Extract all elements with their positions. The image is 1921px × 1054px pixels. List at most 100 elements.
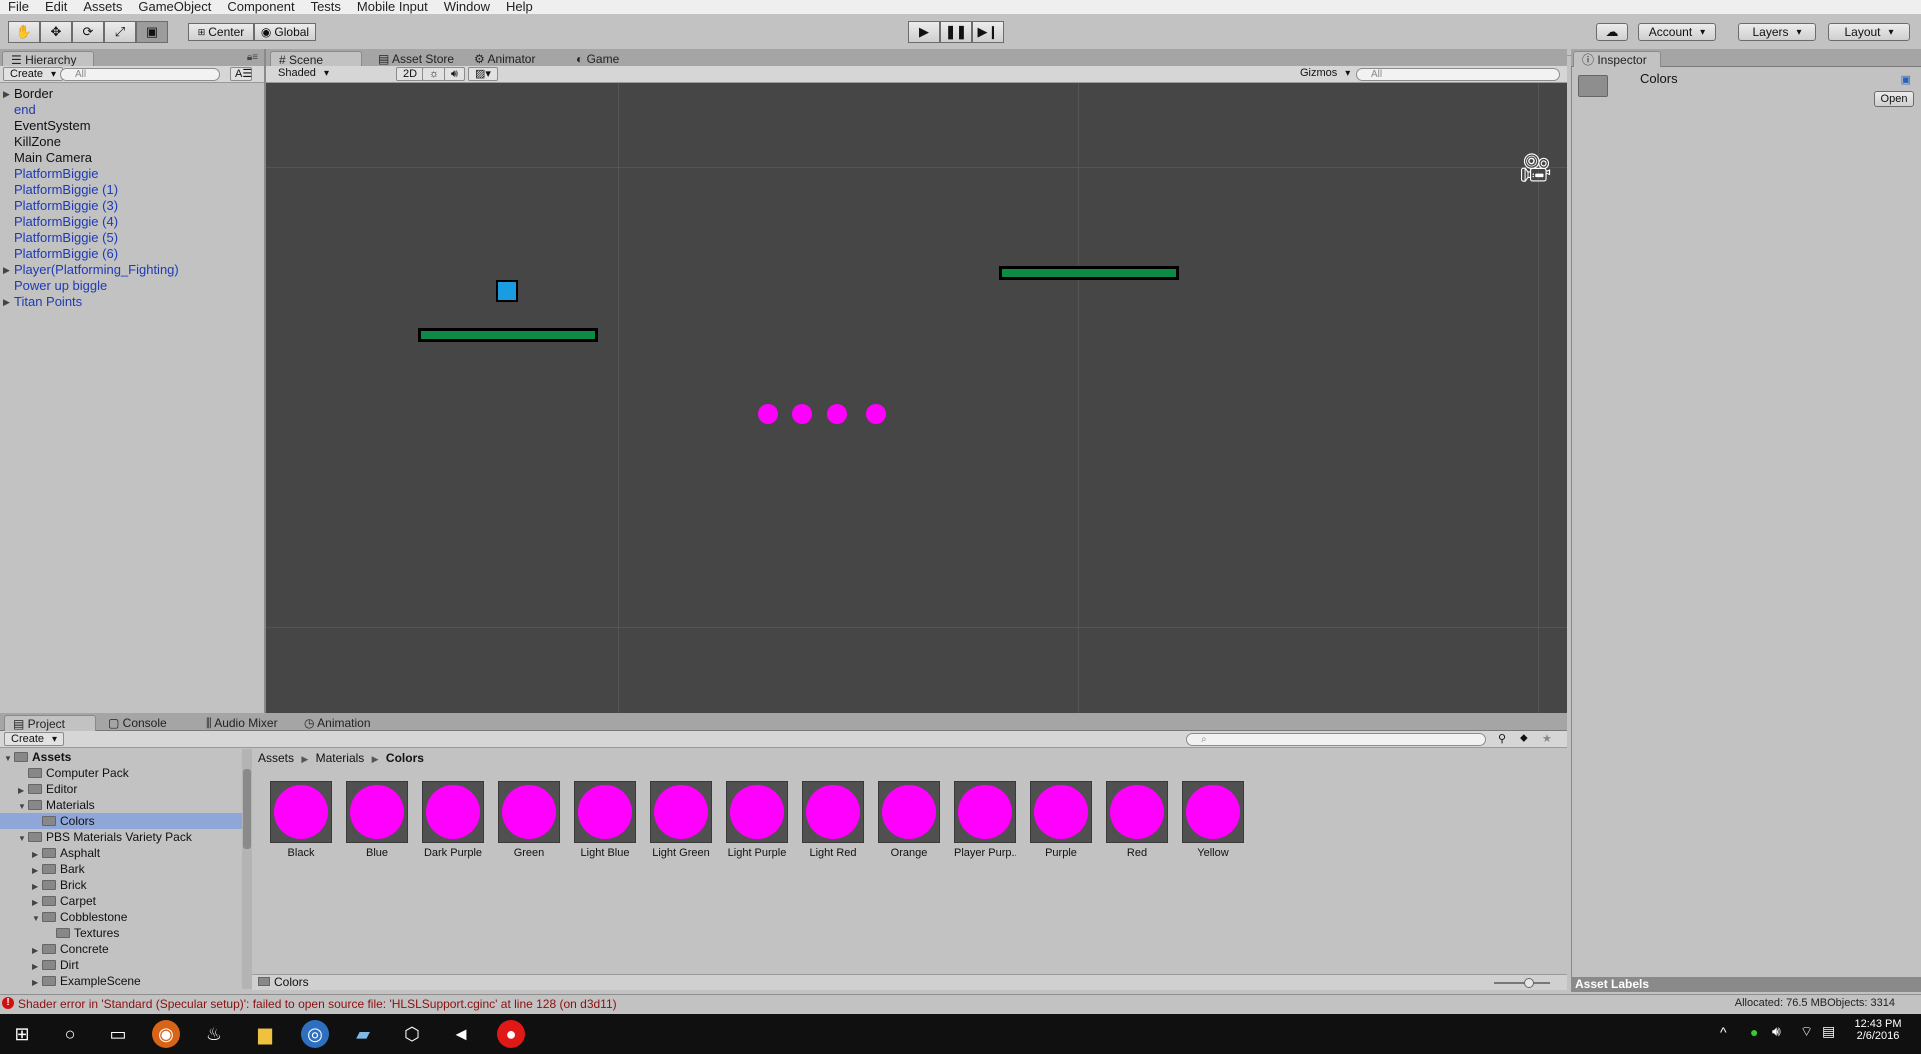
- hierarchy-create-button[interactable]: Create: [3, 67, 64, 81]
- material-asset[interactable]: Green: [498, 781, 560, 859]
- audio-icon[interactable]: 🔊︎: [444, 67, 465, 81]
- filter-type-icon[interactable]: ⚲: [1498, 732, 1506, 745]
- project-tree-item[interactable]: ▼ Materials: [0, 797, 242, 813]
- pivot-center-button[interactable]: ⊞ Center: [188, 23, 254, 41]
- expand-arrow-icon[interactable]: ▶: [32, 975, 42, 989]
- scale-tool-icon[interactable]: ⤢: [104, 21, 136, 43]
- chrome-icon[interactable]: ◎: [301, 1020, 329, 1048]
- recorder-icon[interactable]: ●: [497, 1020, 525, 1048]
- play-button[interactable]: ▶: [908, 21, 940, 43]
- menu-edit[interactable]: Edit: [37, 0, 75, 14]
- material-asset[interactable]: Purple: [1030, 781, 1092, 859]
- lighting-icon[interactable]: ☼: [422, 67, 447, 81]
- hierarchy-search-input[interactable]: All: [60, 68, 220, 81]
- camera-gizmo-icon[interactable]: 🎥︎: [1518, 151, 1554, 184]
- project-tree-item[interactable]: ▼ PBS Materials Variety Pack: [0, 829, 242, 845]
- asset-labels-bar[interactable]: Asset Labels: [1571, 977, 1921, 992]
- tab-audio-mixer[interactable]: ⫼ Audio Mixer: [198, 715, 286, 731]
- titan-point[interactable]: [866, 404, 886, 424]
- hierarchy-item[interactable]: EventSystem: [0, 118, 264, 134]
- player-cube[interactable]: [496, 280, 518, 302]
- hierarchy-item[interactable]: PlatformBiggie (4): [0, 214, 264, 230]
- material-asset[interactable]: Red: [1106, 781, 1168, 859]
- tab-project[interactable]: ▤ Project: [4, 715, 96, 731]
- tab-game[interactable]: ◐ Game: [568, 51, 627, 67]
- menu-gameobject[interactable]: GameObject: [130, 0, 219, 14]
- breadcrumb-materials[interactable]: Materials: [316, 751, 365, 765]
- visual-studio-icon[interactable]: ◄: [447, 1020, 475, 1048]
- project-tree-item[interactable]: Colors: [0, 813, 242, 829]
- tab-hierarchy[interactable]: ☰ Hierarchy: [2, 51, 94, 67]
- material-asset[interactable]: Dark Purple: [422, 781, 484, 859]
- steam-icon[interactable]: ♨: [200, 1020, 228, 1048]
- firefox-icon[interactable]: ◉: [152, 1020, 180, 1048]
- tree-scrollbar[interactable]: [242, 749, 252, 989]
- step-button[interactable]: ▶❙: [972, 21, 1004, 43]
- expand-arrow-icon[interactable]: ▶: [3, 262, 10, 278]
- project-tree-item[interactable]: ▶ Asphalt: [0, 845, 242, 861]
- hierarchy-item[interactable]: KillZone: [0, 134, 264, 150]
- tab-scene[interactable]: # Scene: [270, 51, 362, 67]
- favorite-icon[interactable]: ★: [1542, 732, 1552, 745]
- menu-mobile-input[interactable]: Mobile Input: [349, 0, 436, 14]
- menu-file[interactable]: File: [0, 0, 37, 14]
- hierarchy-item[interactable]: ▶ Border: [0, 86, 264, 102]
- cloud-button[interactable]: ☁: [1596, 23, 1628, 41]
- material-asset[interactable]: Player Purp...: [954, 781, 1016, 859]
- hierarchy-item[interactable]: PlatformBiggie (3): [0, 198, 264, 214]
- file-explorer-icon[interactable]: ▆: [251, 1020, 279, 1048]
- tab-animation[interactable]: ◷ Animation: [296, 715, 379, 731]
- pause-button[interactable]: ❚❚: [940, 21, 972, 43]
- layout-dropdown[interactable]: Layout: [1828, 23, 1910, 41]
- material-asset[interactable]: Orange: [878, 781, 940, 859]
- task-view-icon[interactable]: ▭: [104, 1020, 132, 1048]
- account-dropdown[interactable]: Account: [1638, 23, 1716, 41]
- layers-dropdown[interactable]: Layers: [1738, 23, 1816, 41]
- expand-arrow-icon[interactable]: ▶: [3, 294, 10, 310]
- help-icon[interactable]: ▣: [1901, 73, 1911, 86]
- project-tree-item[interactable]: Textures: [0, 925, 242, 941]
- rotate-tool-icon[interactable]: ⟳: [72, 21, 104, 43]
- zoom-slider-thumb[interactable]: [1524, 978, 1534, 988]
- material-asset[interactable]: Black: [270, 781, 332, 859]
- rect-tool-icon[interactable]: ▣: [136, 21, 168, 43]
- zoom-slider[interactable]: [1494, 978, 1550, 988]
- hierarchy-item[interactable]: ▶ Titan Points: [0, 294, 264, 310]
- filter-icon[interactable]: A☰: [230, 67, 252, 81]
- material-asset[interactable]: Light Red: [802, 781, 864, 859]
- store-app-icon[interactable]: ▰: [349, 1020, 377, 1048]
- titan-point[interactable]: [758, 404, 778, 424]
- hierarchy-item[interactable]: PlatformBiggie (6): [0, 246, 264, 262]
- shading-dropdown[interactable]: Shaded: [272, 67, 392, 81]
- move-tool-icon[interactable]: ✥: [40, 21, 72, 43]
- effects-icon[interactable]: ▨▾: [468, 67, 498, 81]
- platform-left[interactable]: [418, 328, 598, 342]
- gizmos-dropdown[interactable]: Gizmos: [1294, 67, 1356, 81]
- titan-point[interactable]: [827, 404, 847, 424]
- scene-view[interactable]: 🎥︎: [266, 83, 1567, 713]
- material-asset[interactable]: Light Purple: [726, 781, 788, 859]
- menu-window[interactable]: Window: [436, 0, 498, 14]
- windows-start-icon[interactable]: ⊞: [8, 1020, 36, 1048]
- material-asset[interactable]: Blue: [346, 781, 408, 859]
- platform-right[interactable]: [999, 266, 1179, 280]
- breadcrumb-assets[interactable]: Assets: [258, 751, 294, 765]
- hierarchy-item[interactable]: Main Camera: [0, 150, 264, 166]
- material-asset[interactable]: Light Green: [650, 781, 712, 859]
- hierarchy-item[interactable]: PlatformBiggie (1): [0, 182, 264, 198]
- menu-help[interactable]: Help: [498, 0, 541, 14]
- space-global-button[interactable]: ◉ Global: [254, 23, 316, 41]
- project-search-input[interactable]: ⌕: [1186, 733, 1486, 746]
- error-message[interactable]: Shader error in 'Standard (Specular setu…: [18, 997, 617, 1011]
- menu-component[interactable]: Component: [219, 0, 302, 14]
- project-tree-item[interactable]: ▶ Carpet: [0, 893, 242, 909]
- hierarchy-item[interactable]: Power up biggle: [0, 278, 264, 294]
- hand-tool-icon[interactable]: ✋: [8, 21, 40, 43]
- tab-animator[interactable]: ⚙ Animator: [466, 51, 543, 67]
- tray-status-icon[interactable]: ●: [1750, 1024, 1758, 1040]
- unity-icon[interactable]: ⬡: [398, 1020, 426, 1048]
- project-tree-item[interactable]: ▶ Editor: [0, 781, 242, 797]
- hierarchy-item[interactable]: PlatformBiggie (5): [0, 230, 264, 246]
- tab-console[interactable]: ▢ Console: [100, 715, 175, 731]
- menu-assets[interactable]: Assets: [75, 0, 130, 14]
